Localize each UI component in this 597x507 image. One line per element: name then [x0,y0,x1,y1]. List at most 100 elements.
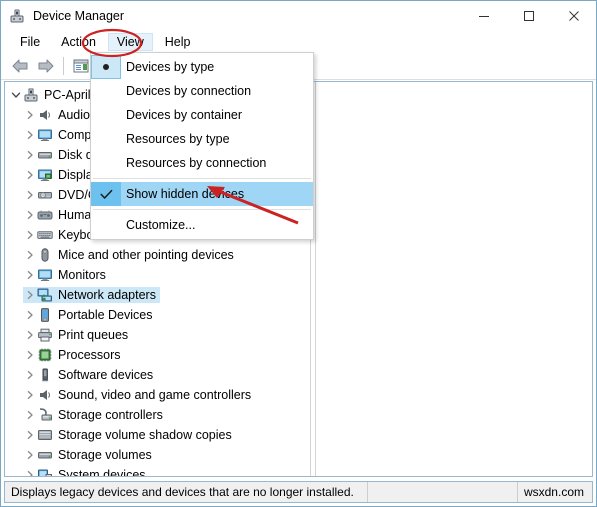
chevron-right-icon[interactable] [23,228,37,242]
monitor-icon [37,267,53,283]
chevron-right-icon[interactable] [23,268,37,282]
menu-option-state-gutter [91,103,121,127]
chevron-right-icon[interactable] [23,248,37,262]
audio-icon [37,387,53,403]
menu-option-state-gutter [91,213,121,237]
back-button[interactable] [7,55,33,77]
forward-button[interactable] [33,55,59,77]
tree-item-13[interactable]: Software devices [5,365,309,385]
computer-icon [23,87,39,103]
tree-item-14[interactable]: Sound, video and game controllers [5,385,309,405]
minimize-button[interactable] [461,1,506,31]
printer-icon [37,327,53,343]
status-message: Displays legacy devices and devices that… [5,482,368,502]
chevron-right-icon[interactable] [23,168,37,182]
menu-option-6[interactable]: Customize... [91,213,313,237]
hid-icon [37,207,53,223]
menu-separator-2 [93,209,311,210]
chevron-right-icon[interactable] [23,408,37,422]
window-title: Device Manager [33,9,125,23]
chevron-right-icon[interactable] [23,468,37,476]
device-manager-icon [9,8,25,24]
menu-bar: File Action View Help [1,31,596,53]
chevron-right-icon[interactable] [23,368,37,382]
tree-item-8[interactable]: Monitors [5,265,309,285]
tree-item-15[interactable]: Storage controllers [5,405,309,425]
chevron-right-icon[interactable] [23,428,37,442]
menu-view[interactable]: View [107,33,153,51]
display-adapter-icon [37,167,53,183]
processor-icon [37,347,53,363]
chevron-right-icon[interactable] [23,148,37,162]
menu-option-3[interactable]: Resources by type [91,127,313,151]
chevron-right-icon[interactable] [23,308,37,322]
maximize-button[interactable] [506,1,551,31]
tree-item-label: Mice and other pointing devices [58,247,234,262]
tree-item-label: Portable Devices [58,307,153,322]
menu-option-label: Devices by container [126,108,243,122]
network-icon [37,287,53,303]
tree-item-label: Storage controllers [58,407,163,422]
menu-option-label: Devices by type [126,60,215,74]
status-bar: Displays legacy devices and devices that… [4,481,593,503]
chevron-right-icon[interactable] [23,448,37,462]
tree-item-label: Storage volumes [58,447,152,462]
menu-help[interactable]: Help [156,33,200,51]
menu-option-label: Resources by connection [126,156,267,170]
menu-option-4[interactable]: Resources by connection [91,151,313,175]
storage-controller-icon [37,407,53,423]
close-button[interactable] [551,1,596,31]
keyboard-icon [37,227,53,243]
watermark: wsxdn.com [523,485,584,499]
menu-option-state-gutter [91,127,121,151]
menu-option-2[interactable]: Devices by container [91,103,313,127]
radio-selected-icon [103,64,109,70]
menu-option-label: Customize... [126,218,196,232]
system-device-icon [37,467,53,476]
tree-item-10[interactable]: Portable Devices [5,305,309,325]
chevron-right-icon[interactable] [23,128,37,142]
menu-separator-1 [93,178,311,179]
software-device-icon [37,367,53,383]
chevron-right-icon[interactable] [23,348,37,362]
chevron-right-icon[interactable] [23,388,37,402]
tree-item-label: Network adapters [58,287,156,302]
tree-item-label: System devices [58,467,146,477]
menu-option-label: Devices by connection [126,84,252,98]
menu-option-state-gutter [91,55,121,79]
tree-item-label: Storage volume shadow copies [58,427,232,442]
tree-item-7[interactable]: Mice and other pointing devices [5,245,309,265]
dvd-icon [37,187,53,203]
chevron-right-icon[interactable] [23,188,37,202]
menu-option-state-gutter [91,151,121,175]
tree-root-label: PC-April [44,87,91,102]
menu-option-state-gutter [91,182,121,206]
menu-option-5[interactable]: Show hidden devices [91,182,313,206]
menu-action[interactable]: Action [52,33,105,51]
checkmark-icon [99,189,112,199]
tree-item-16[interactable]: Storage volume shadow copies [5,425,309,445]
title-bar: Device Manager [1,1,596,31]
view-dropdown-menu[interactable]: Devices by type Devices by connection Devi… [90,52,314,240]
tree-item-18[interactable]: System devices [5,465,309,477]
menu-file[interactable]: File [11,33,49,51]
storage-shadow-icon [37,427,53,443]
tree-item-label: Processors [58,347,121,362]
tree-item-11[interactable]: Print queues [5,325,309,345]
tree-item-17[interactable]: Storage volumes [5,445,309,465]
tree-item-label: Sound, video and game controllers [58,387,252,402]
menu-option-1[interactable]: Devices by connection [91,79,313,103]
tree-item-label: Software devices [58,367,154,382]
chevron-right-icon[interactable] [23,328,37,342]
chevron-right-icon[interactable] [23,208,37,222]
audio-icon [37,107,53,123]
chevron-down-icon[interactable] [9,88,23,102]
tree-item-12[interactable]: Processors [5,345,309,365]
chevron-right-icon[interactable] [23,288,37,302]
portable-device-icon [37,307,53,323]
window-controls [461,1,596,31]
tree-item-9[interactable]: Network adapters [5,285,309,305]
chevron-right-icon[interactable] [23,108,37,122]
mouse-icon [37,247,53,263]
menu-option-0[interactable]: Devices by type [91,55,313,79]
